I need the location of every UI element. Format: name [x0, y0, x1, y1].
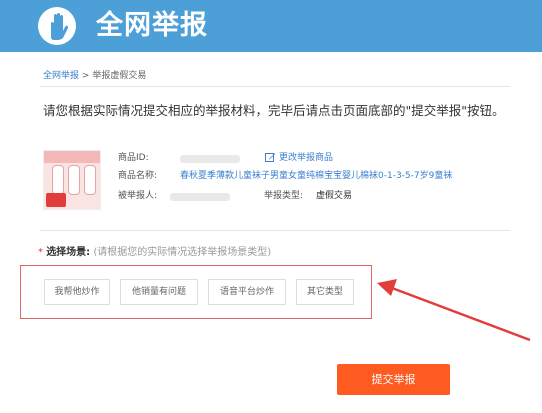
submit-report-button[interactable]: 提交举报	[337, 364, 450, 395]
annotation-arrow	[377, 279, 531, 342]
